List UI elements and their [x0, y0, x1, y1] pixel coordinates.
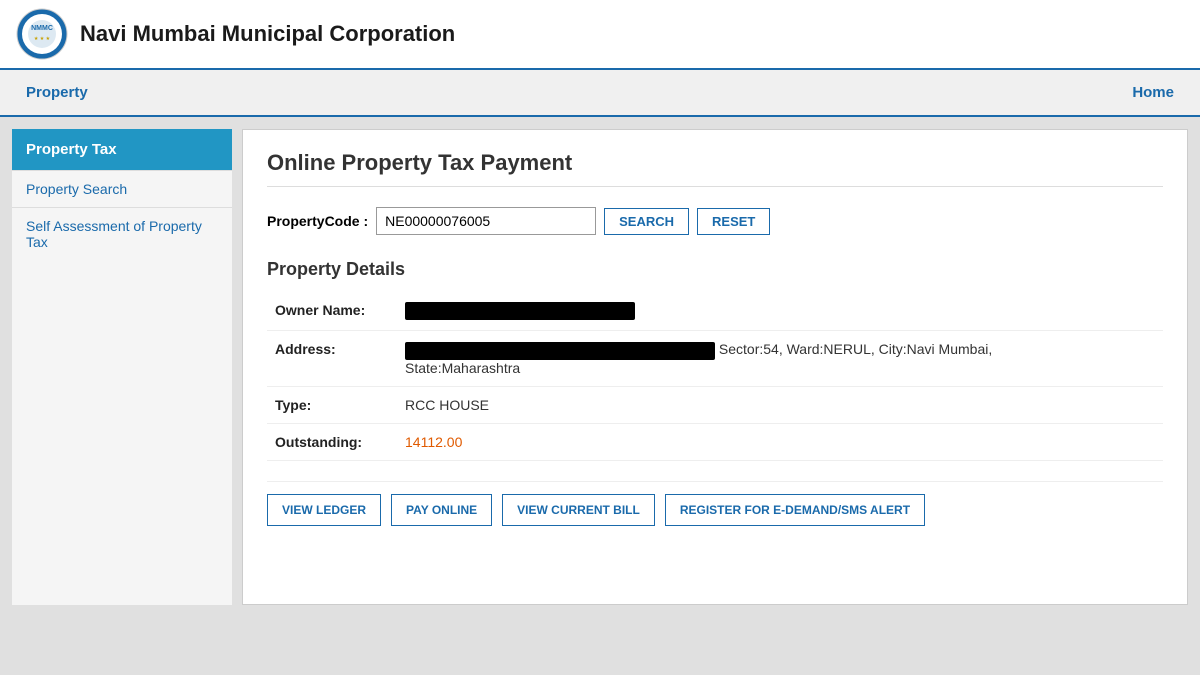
- sidebar-item-self-assessment[interactable]: Self Assessment of Property Tax: [12, 207, 232, 260]
- main-container: Property Tax Property Search Self Assess…: [0, 117, 1200, 617]
- property-details-title: Property Details: [267, 259, 1163, 280]
- org-logo: NMMC ★ ★ ★: [16, 8, 68, 60]
- type-label: Type:: [267, 386, 397, 423]
- search-row: PropertyCode : SEARCH RESET: [267, 207, 1163, 235]
- sidebar: Property Tax Property Search Self Assess…: [12, 129, 232, 605]
- navbar: Property Home: [0, 70, 1200, 117]
- property-details-table: Owner Name: Address: Sector:54, Ward:NER…: [267, 292, 1163, 461]
- address-label: Address:: [267, 331, 397, 386]
- table-row: Type: RCC HOUSE: [267, 386, 1163, 423]
- sidebar-item-property-tax[interactable]: Property Tax: [12, 129, 232, 170]
- action-buttons: VIEW LEDGER PAY ONLINE VIEW CURRENT BILL…: [267, 481, 1163, 526]
- svg-text:★ ★ ★: ★ ★ ★: [34, 36, 51, 42]
- reset-button[interactable]: RESET: [697, 208, 770, 235]
- search-label: PropertyCode :: [267, 213, 368, 229]
- table-row: Outstanding: 14112.00: [267, 423, 1163, 460]
- view-current-bill-button[interactable]: VIEW CURRENT BILL: [502, 494, 655, 526]
- address-redacted: [405, 342, 715, 360]
- org-name: Navi Mumbai Municipal Corporation: [80, 21, 455, 47]
- address-value: Sector:54, Ward:NERUL, City:Navi Mumbai,…: [397, 331, 1163, 386]
- table-row: Address: Sector:54, Ward:NERUL, City:Nav…: [267, 331, 1163, 386]
- nav-home[interactable]: Home: [1122, 70, 1184, 115]
- sidebar-item-property-search[interactable]: Property Search: [12, 170, 232, 207]
- pay-online-button[interactable]: PAY ONLINE: [391, 494, 492, 526]
- owner-name-label: Owner Name:: [267, 292, 397, 331]
- header: NMMC ★ ★ ★ Navi Mumbai Municipal Corpora…: [0, 0, 1200, 70]
- nav-property[interactable]: Property: [16, 70, 98, 115]
- search-button[interactable]: SEARCH: [604, 208, 689, 235]
- outstanding-value: 14112.00: [397, 423, 1163, 460]
- svg-text:NMMC: NMMC: [31, 25, 53, 32]
- owner-name-value: [397, 292, 1163, 331]
- content-area: Online Property Tax Payment PropertyCode…: [242, 129, 1188, 605]
- register-edemand-button[interactable]: REGISTER FOR E-DEMAND/SMS ALERT: [665, 494, 925, 526]
- table-row: Owner Name:: [267, 292, 1163, 331]
- owner-name-redacted: [405, 302, 635, 320]
- outstanding-label: Outstanding:: [267, 423, 397, 460]
- type-value: RCC HOUSE: [397, 386, 1163, 423]
- page-title: Online Property Tax Payment: [267, 150, 1163, 187]
- view-ledger-button[interactable]: VIEW LEDGER: [267, 494, 381, 526]
- property-code-input[interactable]: [376, 207, 596, 235]
